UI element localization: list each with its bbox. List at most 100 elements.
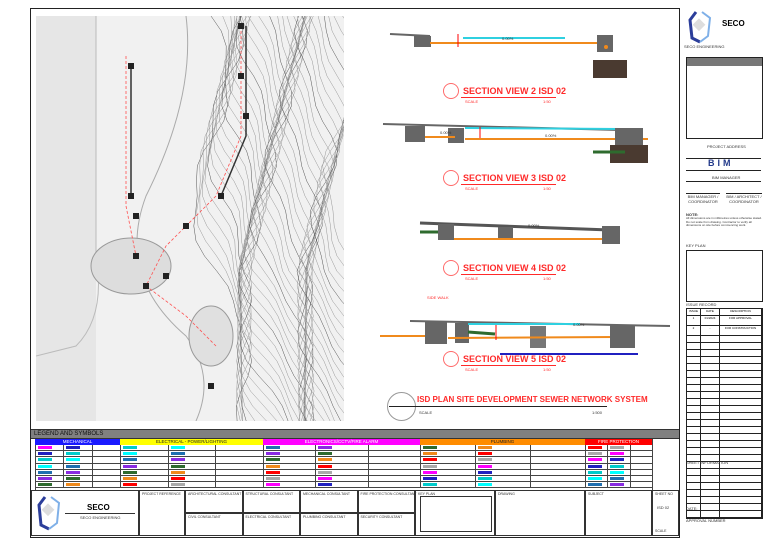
field-label: ELECTRICAL CONSULTANT xyxy=(245,515,292,519)
contour-line xyxy=(272,16,331,421)
site-plan[interactable] xyxy=(36,16,344,421)
legend-swatch xyxy=(265,458,280,462)
issue-row-empty xyxy=(687,511,762,518)
sheet-number: ISD 02 xyxy=(657,505,670,510)
legend-header: LEGEND AND SYMBOLS xyxy=(31,429,679,439)
manhole-marker xyxy=(238,73,244,79)
contour-line xyxy=(244,16,315,421)
bim-caption: BIM MANAGER xyxy=(712,175,741,180)
manhole-marker xyxy=(243,113,249,119)
legend-swatch xyxy=(477,452,492,456)
contour-line xyxy=(249,16,314,421)
company-block: SECO SECO ENGINEERING xyxy=(31,490,139,536)
legend-swatch xyxy=(122,483,137,487)
legend-swatch xyxy=(122,452,137,456)
section-marker-icon xyxy=(443,170,459,186)
legend-swatch xyxy=(66,446,81,449)
company-name: SECO xyxy=(87,503,110,512)
section-3-title: SECTION VIEW 3 ISD 02 xyxy=(463,173,567,183)
issue-record-label: ISSUE RECORD xyxy=(686,302,717,307)
legend-swatch xyxy=(610,470,625,474)
section-2-slope: 0.00% xyxy=(502,36,514,41)
issue-row-empty xyxy=(687,399,762,406)
legend-notes xyxy=(652,439,680,490)
legend-swatch xyxy=(610,446,625,449)
contour-line xyxy=(303,16,344,329)
manhole-marker xyxy=(163,273,169,279)
issue-row-empty xyxy=(687,420,762,427)
legend-swatch xyxy=(610,483,625,487)
legend-swatch xyxy=(265,446,280,449)
field-label: PROJECT REFERENCE xyxy=(142,492,181,496)
field-label: FIRE PROTECTION CONSULTANT xyxy=(360,492,417,496)
issue-row-empty xyxy=(687,385,762,392)
legend-swatch xyxy=(122,464,137,468)
section-3-slope-b: 0.00% xyxy=(545,133,557,138)
field-label: STRUCTURAL CONSULTANT xyxy=(245,492,294,496)
manhole-marker xyxy=(208,383,214,389)
legend-swatch xyxy=(66,483,81,487)
consultant-field: MECHANICAL CONSULTANT xyxy=(300,490,358,513)
legend-swatch xyxy=(170,446,185,449)
legend-swatch xyxy=(587,483,602,487)
issue-row-empty xyxy=(687,490,762,497)
section-4-drawing xyxy=(419,221,620,244)
issue-row-empty xyxy=(687,441,762,448)
consultant-field: PLUMBING CONSULTANT xyxy=(300,513,358,536)
legend-swatch xyxy=(318,464,333,468)
legend-swatch xyxy=(318,458,333,462)
consultant-field: ELECTRICAL CONSULTANT xyxy=(242,513,300,536)
legend-swatch xyxy=(38,470,52,474)
legend-swatch xyxy=(477,483,492,487)
legend-swatch xyxy=(170,476,185,480)
key-plan-box xyxy=(686,250,763,302)
section-5-annotation: SIDE WALK xyxy=(427,295,449,300)
company-tagline-right: SECO ENGINEERING xyxy=(684,44,725,49)
legend-swatch xyxy=(170,470,185,474)
legend-swatch xyxy=(66,464,81,468)
contour-line xyxy=(293,16,344,366)
field-label: SUBJECT xyxy=(588,492,604,496)
legend-swatch xyxy=(422,470,437,474)
issue-row-empty xyxy=(687,504,762,511)
legend-swatch xyxy=(122,458,137,462)
issue-record-table: ISSUE DATE DESCRIPTION 1 01/2024 FOR APPROVA… xyxy=(686,308,763,519)
legend-swatch xyxy=(587,458,602,462)
legend-swatch xyxy=(170,452,185,456)
legend-swatch xyxy=(587,446,602,449)
section-2-title: SECTION VIEW 2 ISD 02 xyxy=(463,86,567,96)
site-plan-drawing xyxy=(36,16,344,421)
legend-swatch xyxy=(38,483,52,487)
legend-swatch xyxy=(265,470,280,474)
bim-logo: BIM xyxy=(708,158,734,168)
sheet-number-field: SHEET NO ISD 02 SCALE xyxy=(652,490,679,536)
project-reference-field: PROJECT REFERENCE xyxy=(139,490,185,536)
manhole-marker xyxy=(128,63,134,69)
section-4-title: SECTION VIEW 4 ISD 02 xyxy=(463,263,567,273)
field-label: SHEET NO xyxy=(655,492,673,496)
manhole-marker xyxy=(238,23,244,29)
section-scale-label: SCALE xyxy=(465,99,479,104)
contour-line xyxy=(290,16,344,378)
legend-swatch xyxy=(422,476,437,480)
signature-right-caption: BIM / ARCHITECT / COORDINATOR xyxy=(726,194,762,204)
section-scale-label: SCALE xyxy=(465,276,479,281)
legend-swatch xyxy=(170,483,185,487)
section-marker-icon xyxy=(443,83,459,99)
seco-logo-icon xyxy=(37,496,61,531)
field-label: DRAWING xyxy=(498,492,515,496)
sheet-info-label: SHEET INFORMATION xyxy=(686,460,729,465)
field-label: PLUMBING CONSULTANT xyxy=(303,515,346,519)
legend-swatch xyxy=(265,483,280,487)
issue-row-empty xyxy=(687,336,762,343)
contour-line xyxy=(221,16,289,421)
field-label: MECHANICAL CONSULTANT xyxy=(303,492,350,496)
issue-row-empty xyxy=(687,371,762,378)
issue-row-empty xyxy=(687,364,762,371)
legend-swatch xyxy=(422,483,437,487)
issue-row-empty xyxy=(687,350,762,357)
legend-swatch xyxy=(610,452,625,456)
legend-swatch xyxy=(610,476,625,480)
issue-row: 2- FOR CONSTRUCTION xyxy=(687,326,762,336)
legend-swatch xyxy=(122,446,137,449)
